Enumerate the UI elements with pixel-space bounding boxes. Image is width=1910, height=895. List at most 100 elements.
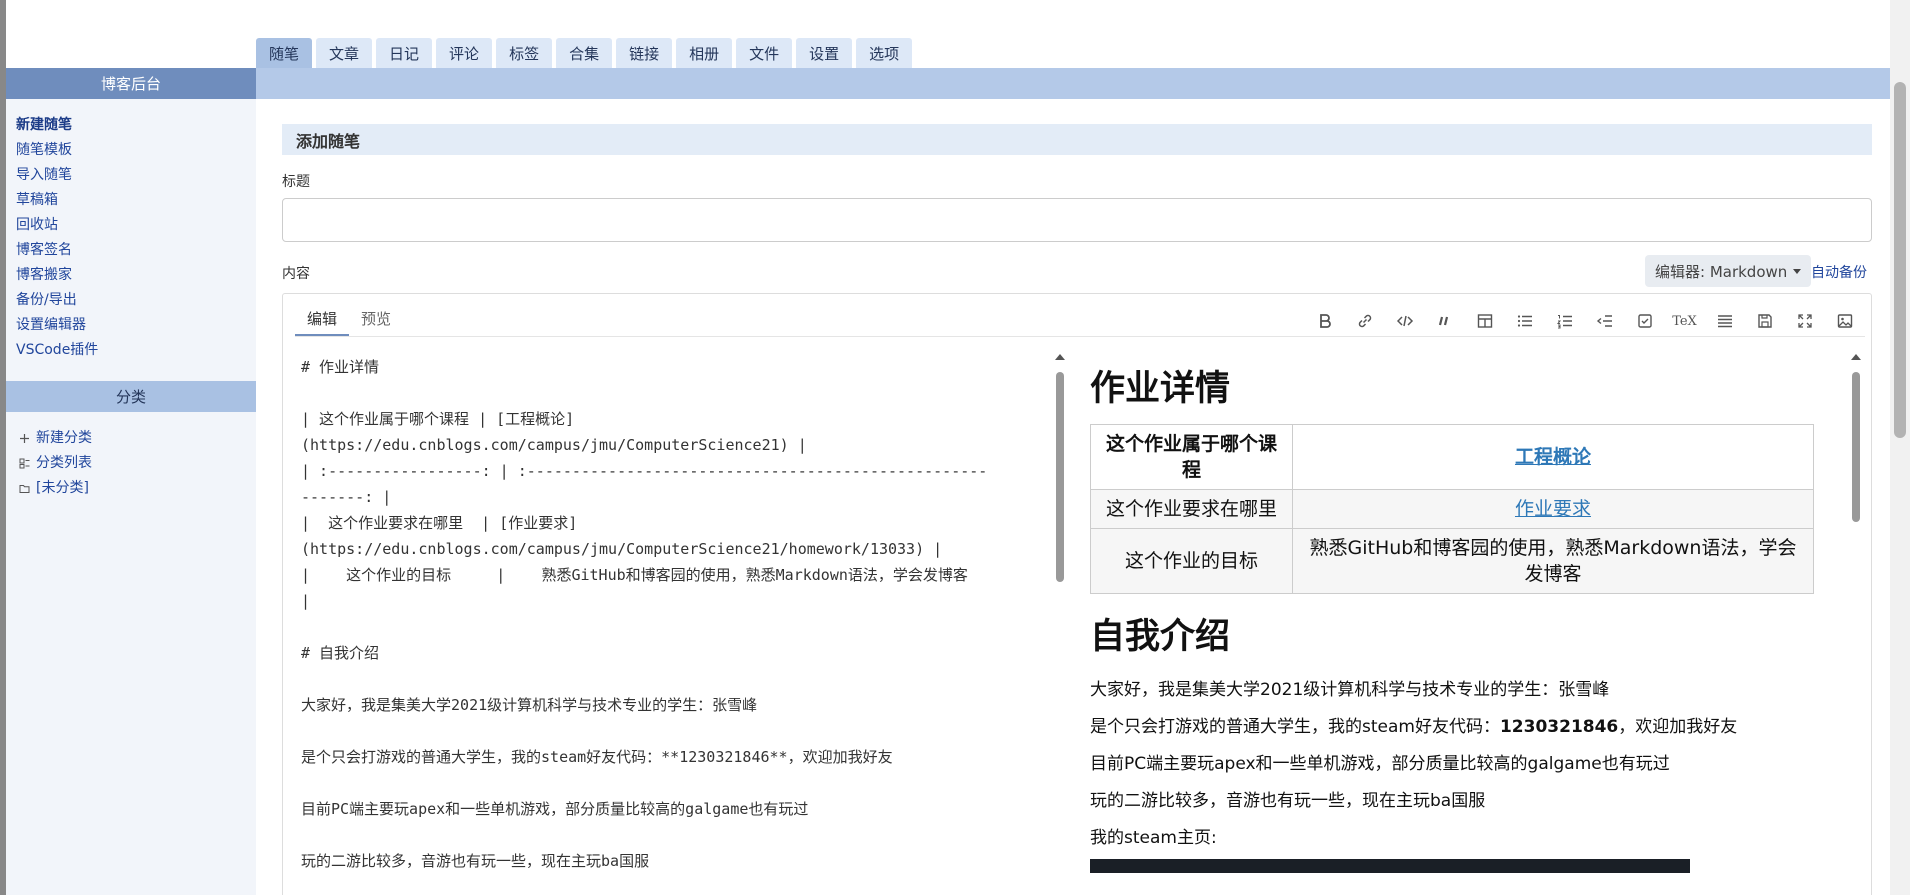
- source-line: | 这个作业要求在哪里 | [作业要求]: [301, 514, 578, 532]
- folder-icon: [18, 483, 30, 495]
- tex-icon-label: TeX: [1672, 313, 1697, 329]
- main-panel: 添加随笔 标题 内容 编辑器: Markdown 自动备份 编辑 预览 TeX …: [256, 99, 1890, 895]
- save-icon[interactable]: [1750, 308, 1779, 334]
- source-line: | 这个作业的目标 | 熟悉GitHub和博客园的使用，熟悉Markdown语法…: [301, 566, 968, 584]
- outdent-icon[interactable]: [1590, 308, 1619, 334]
- source-line: [301, 380, 1049, 406]
- tab-articles[interactable]: 文章: [316, 38, 373, 68]
- sidebar-item-editor-settings[interactable]: 设置编辑器: [16, 313, 256, 338]
- source-line: -------: |: [301, 488, 392, 506]
- source-line: | 这个作业属于哪个课程 | [工程概论]: [301, 410, 575, 428]
- editor-toolbar: TeX: [1310, 308, 1859, 334]
- preview-paragraph: 大家好，我是集美大学2021级计算机科学与技术专业的学生：张雪峰: [1090, 680, 1610, 700]
- sidebar-header: 博客后台: [6, 68, 256, 99]
- table-cell: 熟悉GitHub和博客园的使用，熟悉Markdown语法，学会发博客: [1292, 528, 1814, 594]
- source-line: [301, 770, 1049, 796]
- table-cell-label: 这个作业的目标: [1090, 528, 1293, 594]
- table-cell-header: 这个作业属于哪个课程: [1090, 424, 1293, 490]
- preview-paragraph: 玩的二游比较多，音游也有玩一些，现在主玩ba国服: [1090, 791, 1486, 811]
- table-cell-label: 这个作业要求在哪里: [1090, 489, 1293, 529]
- sidebar-item-signature[interactable]: 博客签名: [16, 238, 256, 263]
- plus-icon: [18, 433, 30, 445]
- text-span: ，欢迎加我好友: [1618, 717, 1738, 737]
- sidebar-item-new-post[interactable]: 新建随笔: [16, 113, 256, 138]
- preview-paragraph: 目前PC端主要玩apex和一些单机游戏，部分质量比较高的galgame也有玩过: [1090, 754, 1670, 774]
- tab-diary[interactable]: 日记: [376, 38, 433, 68]
- table-row: 这个作业的目标 熟悉GitHub和博客园的使用，熟悉Markdown语法，学会发…: [1090, 528, 1814, 594]
- content-label: 内容: [282, 266, 310, 282]
- category-uncategorized[interactable]: [未分类]: [18, 476, 256, 501]
- category-list[interactable]: 分类列表: [18, 451, 256, 476]
- table-icon[interactable]: [1470, 308, 1499, 334]
- sidebar-item-drafts[interactable]: 草稿箱: [16, 188, 256, 213]
- page-scroll-thumb[interactable]: [1894, 82, 1906, 438]
- sidebar-menu: 新建随笔 随笔模板 导入随笔 草稿箱 回收站 博客签名 博客搬家 备份/导出 设…: [6, 99, 256, 371]
- source-line: 目前PC端主要玩apex和一些单机游戏，部分质量比较高的galgame也有玩过: [301, 800, 809, 818]
- title-label: 标题: [282, 174, 310, 190]
- source-line: # 自我介绍: [301, 644, 380, 662]
- tab-albums[interactable]: 相册: [676, 38, 733, 68]
- homework-link[interactable]: 作业要求: [1515, 498, 1591, 520]
- source-line: [301, 666, 1049, 692]
- editor-tab-divider: [295, 336, 1865, 337]
- source-line: |: [301, 592, 311, 610]
- tab-tags[interactable]: 标签: [496, 38, 553, 68]
- table-row: 这个作业属于哪个课程 工程概论: [1090, 424, 1814, 490]
- quote-icon[interactable]: [1430, 308, 1459, 334]
- scroll-up-arrow[interactable]: [1055, 354, 1065, 360]
- preview-paragraph: 是个只会打游戏的普通大学生，我的steam好友代码：1230321846，欢迎加…: [1090, 709, 1840, 746]
- markdown-source-textarea[interactable]: # 作业详情 | 这个作业属于哪个课程 | [工程概论] (https://edu.…: [301, 354, 1049, 895]
- tab-collections[interactable]: 合集: [556, 38, 613, 68]
- category-list-label: 分类列表: [36, 455, 92, 471]
- image-icon[interactable]: [1830, 308, 1859, 334]
- link-icon[interactable]: [1350, 308, 1379, 334]
- tex-icon[interactable]: TeX: [1670, 308, 1699, 334]
- markdown-preview: 作业详情 这个作业属于哪个课程 工程概论 这个作业要求在哪里 作业要求 这个作业…: [1090, 354, 1840, 895]
- course-link[interactable]: 工程概论: [1515, 446, 1591, 468]
- sidebar-item-import[interactable]: 导入随笔: [16, 163, 256, 188]
- numbered-list-icon[interactable]: [1550, 308, 1579, 334]
- sidebar-item-templates[interactable]: 随笔模板: [16, 138, 256, 163]
- category-new-label: 新建分类: [36, 430, 92, 446]
- bullet-list-icon[interactable]: [1510, 308, 1539, 334]
- preview-scroll-thumb[interactable]: [1852, 372, 1860, 522]
- category-new[interactable]: 新建分类: [18, 426, 256, 451]
- top-strip: [256, 68, 1890, 99]
- bold-icon[interactable]: [1310, 308, 1339, 334]
- preview-paragraph: 我的steam主页:: [1090, 828, 1217, 848]
- text-span: 是个只会打游戏的普通大学生，我的steam好友代码：: [1090, 717, 1500, 737]
- source-scroll-thumb[interactable]: [1056, 372, 1064, 582]
- tab-comments[interactable]: 评论: [436, 38, 493, 68]
- markdown-editor: 编辑 预览 TeX # 作业详情 | 这个作业属于哪个课程 | [工程概论] (…: [282, 293, 1872, 895]
- fullscreen-icon[interactable]: [1790, 308, 1819, 334]
- align-icon[interactable]: [1710, 308, 1739, 334]
- steam-screenshot-image: [1090, 859, 1690, 873]
- code-icon[interactable]: [1390, 308, 1419, 334]
- source-line: 玩的二游比较多，音游也有玩一些，现在主玩ba国服: [301, 852, 650, 870]
- tab-options[interactable]: 选项: [856, 38, 913, 68]
- sidebar-item-trash[interactable]: 回收站: [16, 213, 256, 238]
- sidebar-item-vscode[interactable]: VSCode插件: [16, 338, 256, 363]
- tab-settings[interactable]: 设置: [796, 38, 853, 68]
- sidebar-item-migrate[interactable]: 博客搬家: [16, 263, 256, 288]
- editor-tab-edit[interactable]: 编辑: [295, 306, 350, 336]
- sidebar-item-backup[interactable]: 备份/导出: [16, 288, 256, 313]
- page-scrollbar[interactable]: [1890, 0, 1910, 895]
- checkbox-icon[interactable]: [1630, 308, 1659, 334]
- source-scrollbar[interactable]: [1054, 352, 1066, 895]
- scroll-up-arrow[interactable]: [1851, 354, 1861, 360]
- editor-tab-preview[interactable]: 预览: [349, 306, 403, 336]
- preview-table: 这个作业属于哪个课程 工程概论 这个作业要求在哪里 作业要求 这个作业的目标 熟…: [1090, 424, 1814, 594]
- tab-files[interactable]: 文件: [736, 38, 793, 68]
- title-input[interactable]: [282, 198, 1872, 242]
- sidebar: 博客后台 新建随笔 随笔模板 导入随笔 草稿箱 回收站 博客签名 博客搬家 备份…: [6, 68, 256, 895]
- chevron-down-icon: [1793, 268, 1802, 274]
- tab-posts[interactable]: 随笔: [256, 38, 313, 68]
- top-nav-tabs: 随笔 文章 日记 评论 标签 合集 链接 相册 文件 设置 选项: [256, 38, 913, 68]
- editor-select[interactable]: 编辑器: Markdown: [1645, 255, 1812, 287]
- autosave-link[interactable]: 自动备份: [1811, 262, 1867, 282]
- tab-links[interactable]: 链接: [616, 38, 673, 68]
- source-line: 是个只会打游戏的普通大学生，我的steam好友代码：**1230321846**…: [301, 748, 893, 766]
- source-line: # 作业详情: [301, 358, 380, 376]
- preview-scrollbar[interactable]: [1850, 352, 1862, 895]
